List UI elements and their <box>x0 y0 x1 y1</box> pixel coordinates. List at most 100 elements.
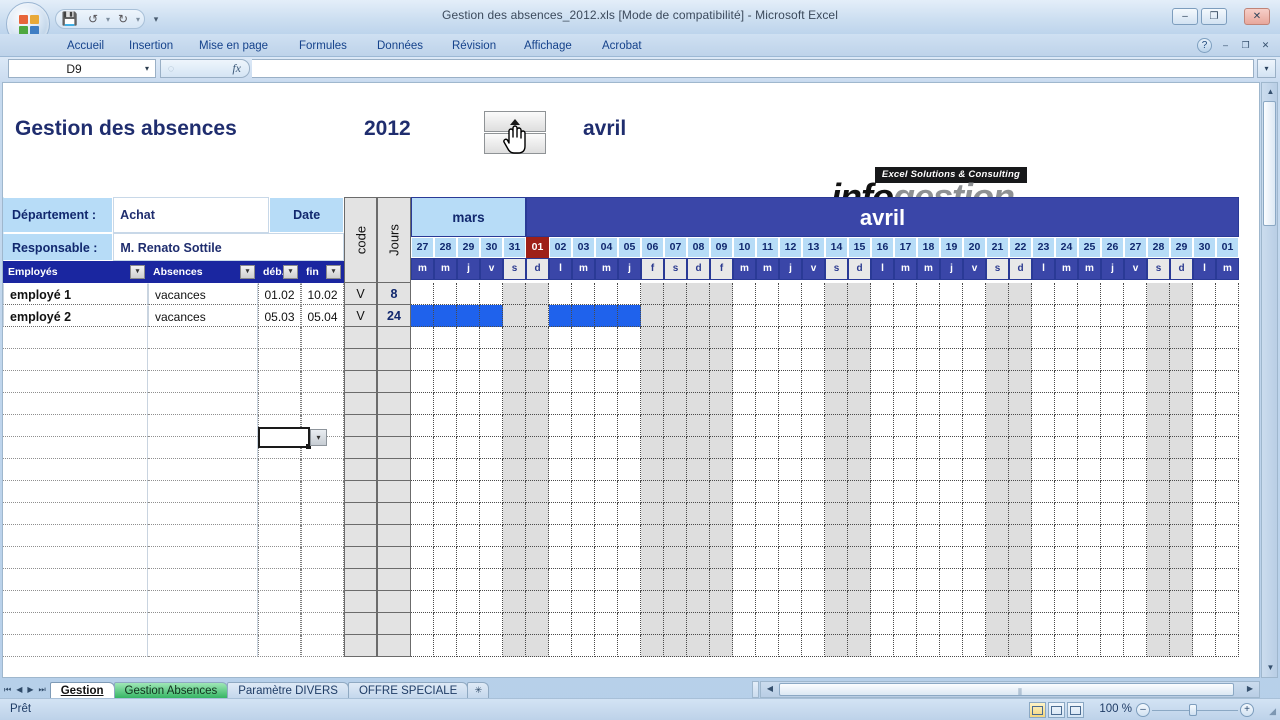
empty-code-cell[interactable] <box>344 349 377 371</box>
empty-absence-cell[interactable] <box>148 327 258 349</box>
tab-affichage[interactable]: Affichage <box>515 36 581 57</box>
empty-employee-cell[interactable] <box>3 547 148 569</box>
empty-end-cell[interactable] <box>301 613 344 635</box>
empty-days-cell[interactable] <box>377 635 411 657</box>
empty-start-cell[interactable] <box>258 349 301 371</box>
empty-employee-cell[interactable] <box>3 635 148 657</box>
empty-employee-cell[interactable] <box>3 415 148 437</box>
empty-end-cell[interactable] <box>301 459 344 481</box>
empty-end-cell[interactable] <box>301 525 344 547</box>
empty-absence-cell[interactable] <box>148 393 258 415</box>
empty-start-cell[interactable] <box>258 547 301 569</box>
empty-start-cell[interactable] <box>258 635 301 657</box>
document-restore-button[interactable]: ❐ <box>1238 39 1253 53</box>
empty-employee-cell[interactable] <box>3 613 148 635</box>
empty-days-cell[interactable] <box>377 569 411 591</box>
tab-accueil[interactable]: Accueil <box>58 36 113 57</box>
customize-qat-icon[interactable]: ▾ <box>148 11 164 27</box>
tab-formules[interactable]: Formules <box>290 36 356 57</box>
empty-start-cell[interactable] <box>258 525 301 547</box>
empty-code-cell[interactable] <box>344 569 377 591</box>
minimize-button[interactable]: – <box>1172 8 1198 25</box>
empty-code-cell[interactable] <box>344 459 377 481</box>
empty-employee-cell[interactable] <box>3 459 148 481</box>
empty-end-cell[interactable] <box>301 393 344 415</box>
redo-icon[interactable]: ↻ <box>113 11 133 28</box>
empty-days-cell[interactable] <box>377 459 411 481</box>
vertical-scrollbar[interactable]: ▲ ▼ <box>1261 82 1278 678</box>
empty-start-cell[interactable] <box>258 481 301 503</box>
empty-start-cell[interactable] <box>258 503 301 525</box>
empty-start-cell[interactable] <box>258 459 301 481</box>
empty-code-cell[interactable] <box>344 437 377 459</box>
empty-absence-cell[interactable] <box>148 613 258 635</box>
redo-dropdown-icon[interactable]: ▾ <box>136 15 140 24</box>
empty-days-cell[interactable] <box>377 503 411 525</box>
empty-code-cell[interactable] <box>344 393 377 415</box>
empty-start-cell[interactable] <box>258 591 301 613</box>
tab-acrobat[interactable]: Acrobat <box>593 36 651 57</box>
empty-end-cell[interactable] <box>301 327 344 349</box>
empty-days-cell[interactable] <box>377 613 411 635</box>
zoom-slider[interactable]: – + <box>1136 703 1254 717</box>
empty-days-cell[interactable] <box>377 371 411 393</box>
filter-dropdown-icon-2[interactable]: ▾ <box>283 265 298 279</box>
formula-input[interactable] <box>252 59 1254 78</box>
empty-end-cell[interactable] <box>301 635 344 657</box>
undo-dropdown-icon[interactable]: ▾ <box>106 15 110 24</box>
zoom-knob[interactable] <box>1189 704 1197 716</box>
insert-worksheet-icon[interactable]: ✳ <box>467 682 490 698</box>
sheet-tab-gestion-absences[interactable]: Gestion Absences <box>113 682 229 698</box>
empty-days-cell[interactable] <box>377 437 411 459</box>
filter-dropdown-icon-3[interactable]: ▾ <box>326 265 341 279</box>
empty-absence-cell[interactable] <box>148 547 258 569</box>
empty-end-cell[interactable] <box>301 349 344 371</box>
empty-days-cell[interactable] <box>377 547 411 569</box>
empty-end-cell[interactable] <box>301 591 344 613</box>
next-sheet-icon[interactable]: ▶ <box>27 685 33 694</box>
empty-employee-cell[interactable] <box>3 437 148 459</box>
empty-absence-cell[interactable] <box>148 635 258 657</box>
document-minimize-button[interactable]: – <box>1218 39 1233 53</box>
empty-employee-cell[interactable] <box>3 569 148 591</box>
empty-days-cell[interactable] <box>377 525 411 547</box>
empty-employee-cell[interactable] <box>3 349 148 371</box>
sheet-tab-parametre-divers[interactable]: Paramètre DIVERS <box>227 682 349 698</box>
horizontal-scrollbar[interactable]: ◀ ⦀ ▶ <box>760 681 1260 698</box>
tab-insertion[interactable]: Insertion <box>120 36 182 57</box>
empty-code-cell[interactable] <box>344 635 377 657</box>
empty-start-cell[interactable] <box>258 569 301 591</box>
empty-start-cell[interactable] <box>258 613 301 635</box>
tab-mise-en-page[interactable]: Mise en page <box>190 36 277 57</box>
empty-end-cell[interactable] <box>301 503 344 525</box>
prev-sheet-icon[interactable]: ◀ <box>16 685 22 694</box>
restore-button[interactable]: ❐ <box>1201 8 1227 25</box>
name-box[interactable]: D9 ▾ <box>8 59 156 78</box>
empty-code-cell[interactable] <box>344 481 377 503</box>
last-sheet-icon[interactable]: ⏭ <box>39 685 46 695</box>
document-close-button[interactable]: ✕ <box>1258 39 1273 53</box>
empty-code-cell[interactable] <box>344 503 377 525</box>
scroll-up-icon[interactable]: ▲ <box>1264 85 1277 99</box>
empty-absence-cell[interactable] <box>148 459 258 481</box>
empty-employee-cell[interactable] <box>3 371 148 393</box>
save-icon[interactable]: 💾 <box>60 11 80 28</box>
empty-days-cell[interactable] <box>377 327 411 349</box>
empty-code-cell[interactable] <box>344 547 377 569</box>
empty-end-cell[interactable] <box>301 371 344 393</box>
vertical-scroll-thumb[interactable] <box>1263 101 1276 226</box>
scroll-left-icon[interactable]: ◀ <box>763 683 777 696</box>
sheet-tab-offre-speciale[interactable]: OFFRE SPECIALE <box>347 682 469 698</box>
empty-employee-cell[interactable] <box>3 327 148 349</box>
empty-start-cell[interactable] <box>258 371 301 393</box>
empty-absence-cell[interactable] <box>148 569 258 591</box>
empty-employee-cell[interactable] <box>3 591 148 613</box>
empty-absence-cell[interactable] <box>148 525 258 547</box>
empty-employee-cell[interactable] <box>3 503 148 525</box>
empty-absence-cell[interactable] <box>148 349 258 371</box>
first-sheet-icon[interactable]: ⏮ <box>4 685 11 695</box>
empty-days-cell[interactable] <box>377 393 411 415</box>
empty-code-cell[interactable] <box>344 613 377 635</box>
empty-start-cell[interactable] <box>258 393 301 415</box>
close-button[interactable]: ✕ <box>1244 8 1270 25</box>
